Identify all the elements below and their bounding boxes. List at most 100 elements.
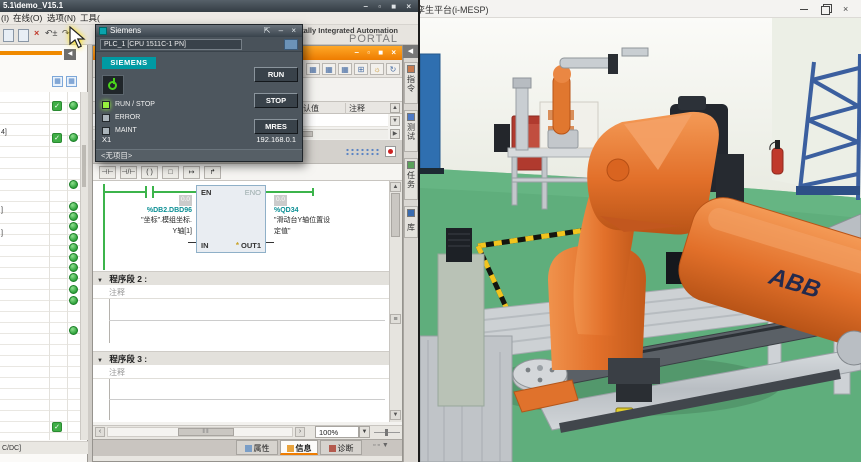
- minimize-icon[interactable]: [799, 4, 809, 14]
- stop-button[interactable]: STOP: [254, 93, 298, 108]
- network-2-comment[interactable]: 注释: [109, 287, 125, 298]
- status-dot: [69, 243, 78, 252]
- left-pane-scroll-thumb[interactable]: [82, 145, 86, 187]
- tab-tasks[interactable]: 任务: [404, 158, 418, 200]
- status-check-icon: ✓: [52, 101, 62, 111]
- siemens-logo: SIEMENS: [102, 57, 156, 69]
- copy-icon[interactable]: [3, 29, 12, 40]
- input-address: %DB2.DBD96: [93, 206, 192, 217]
- plcsim-panel[interactable]: Siemens ⇱ – × PLC_1 [CPU 1511C-1 PN] SIE…: [95, 24, 303, 162]
- modify-value-icon[interactable]: *: [236, 241, 239, 250]
- left-pane-collapse-icon[interactable]: ◀: [64, 49, 76, 60]
- tab-testing[interactable]: 测试: [404, 110, 418, 152]
- scroll-right-icon[interactable]: ›: [295, 427, 305, 437]
- keep-values-icon[interactable]: ▦: [338, 63, 352, 75]
- status-dot: [69, 101, 78, 110]
- output-operand[interactable]: 0.0 %QD34 "滑动台Y轴位置设 定值": [274, 195, 386, 237]
- canvas-vscroll-thumb[interactable]: [391, 193, 400, 237]
- plcsim-titlebar[interactable]: Siemens ⇱ – ×: [96, 25, 302, 37]
- editor-window-controls[interactable]: – ▫ ■ ×: [355, 46, 399, 60]
- favorites-empty-slots[interactable]: [345, 148, 379, 157]
- 3d-viewport[interactable]: ABB: [420, 18, 861, 462]
- editor-hscroll-thumb[interactable]: ⫴⫴: [178, 428, 234, 436]
- scroll-up-icon[interactable]: ▲: [390, 182, 401, 192]
- block-out1-pin: OUT1: [241, 241, 261, 250]
- paste-icon[interactable]: [18, 29, 27, 40]
- menu-item-insert[interactable]: (I): [1, 12, 9, 25]
- expand-icon[interactable]: ⊞: [354, 63, 368, 75]
- tag-table-grid[interactable]: [0, 92, 80, 440]
- section-grip-icon[interactable]: ≡: [390, 314, 401, 324]
- scroll-left-icon[interactable]: ‹: [95, 427, 105, 437]
- device-view-icon[interactable]: [284, 39, 298, 50]
- ladder-canvas[interactable]: EN ENO IN * OUT1 0.0 %DB2.DBD96 "坐标".模组坐…: [93, 181, 389, 422]
- tab-diagnostics-label: 诊断: [338, 444, 354, 453]
- scroll-up-icon[interactable]: ▲: [390, 103, 400, 113]
- network-3-header[interactable]: ▼ 程序段 3 :: [93, 351, 389, 365]
- restore-icon[interactable]: [821, 4, 831, 14]
- delete-icon[interactable]: ×: [34, 28, 39, 38]
- tab-libraries-label: 库: [406, 223, 417, 232]
- left-pane-accent: [0, 51, 62, 55]
- tab-instructions[interactable]: 指令: [404, 62, 418, 104]
- menu-item-online[interactable]: 在线(O): [13, 12, 42, 25]
- mres-button[interactable]: MRES: [254, 119, 298, 134]
- nc-contact-icon[interactable]: ⊣/⊢: [120, 166, 137, 179]
- collapse-triangle-icon[interactable]: ▼: [93, 278, 107, 284]
- monitor-toggle-icon[interactable]: ▦: [306, 63, 320, 75]
- background-machine-top: [678, 96, 706, 110]
- no-contact-icon[interactable]: ⊣⊢: [99, 166, 116, 179]
- input-operand[interactable]: 0.0 %DB2.DBD96 "坐标".模组坐标. Y轴[1]: [93, 195, 192, 237]
- scroll-down-icon[interactable]: ▼: [390, 116, 400, 126]
- status-dot: [69, 133, 78, 142]
- snapshot-icon[interactable]: ▦: [322, 63, 336, 75]
- diode-icon[interactable]: [385, 146, 396, 157]
- collapse-triangle-icon[interactable]: ▼: [93, 358, 107, 364]
- add-table-icon[interactable]: ▦: [66, 76, 77, 87]
- twin-titlebar[interactable]: 孪生平台(i-MESP): [420, 0, 861, 18]
- tia-titlebar[interactable]: 5.1\demo_V15.1 – ▫ ■ ×: [0, 0, 418, 12]
- move-block[interactable]: EN ENO IN * OUT1: [196, 185, 266, 253]
- task-card-collapse[interactable]: ◀: [403, 45, 418, 58]
- device-row[interactable]: C/DC]: [0, 441, 88, 454]
- tab-testing-label: 测试: [406, 123, 417, 141]
- tia-title: 5.1\demo_V15.1: [3, 1, 63, 10]
- led-maint-label: MAINT: [115, 127, 137, 134]
- zoom-select[interactable]: 100%: [315, 426, 359, 438]
- plcsim-window-controls[interactable]: ⇱ – ×: [264, 25, 299, 37]
- project-status[interactable]: <无项目>: [96, 149, 302, 161]
- undo-icon[interactable]: ↶±: [45, 28, 57, 39]
- tab-info[interactable]: 信息: [280, 440, 318, 455]
- divider: [93, 298, 389, 299]
- go-online-icon[interactable]: ↻: [386, 63, 400, 75]
- in-dash: [188, 242, 196, 243]
- divider: [109, 399, 385, 400]
- highlight-icon[interactable]: ☼: [370, 63, 384, 75]
- open-branch-icon[interactable]: ↦: [183, 166, 200, 179]
- zoom-dropdown-icon[interactable]: ▼: [359, 426, 370, 438]
- network-2-header[interactable]: ▼ 程序段 2 :: [93, 271, 389, 285]
- scroll-right-icon[interactable]: ▶: [390, 129, 400, 139]
- empty-box-icon[interactable]: □: [162, 166, 179, 179]
- scroll-down-icon[interactable]: ▼: [390, 410, 401, 420]
- coil-icon[interactable]: ( ): [141, 166, 158, 179]
- table-view-icon[interactable]: ▦: [52, 76, 63, 87]
- power-button[interactable]: [102, 75, 124, 95]
- tab-diagnostics[interactable]: 诊断: [320, 440, 362, 455]
- block-eno-pin: ENO: [245, 188, 261, 197]
- inspector-mini-controls[interactable]: ▫ ▫ ▼: [373, 442, 389, 449]
- empty-rail: [109, 400, 110, 420]
- empty-rail: [109, 299, 110, 320]
- empty-rail: [109, 379, 110, 399]
- run-button[interactable]: RUN: [254, 67, 298, 82]
- output-tag-name-2: 定值": [274, 227, 386, 238]
- tab-properties[interactable]: 属性: [236, 440, 278, 455]
- grid-separator: [67, 92, 68, 440]
- network-3-comment[interactable]: 注释: [109, 367, 125, 378]
- close-branch-icon[interactable]: ↱: [204, 166, 221, 179]
- plc-instance-select[interactable]: PLC_1 [CPU 1511C-1 PN]: [100, 39, 242, 50]
- tab-libraries[interactable]: 库: [404, 206, 418, 238]
- menu-item-options[interactable]: 选项(N): [47, 12, 76, 25]
- zoom-slider-knob[interactable]: [385, 429, 388, 436]
- close-icon[interactable]: ×: [843, 4, 853, 14]
